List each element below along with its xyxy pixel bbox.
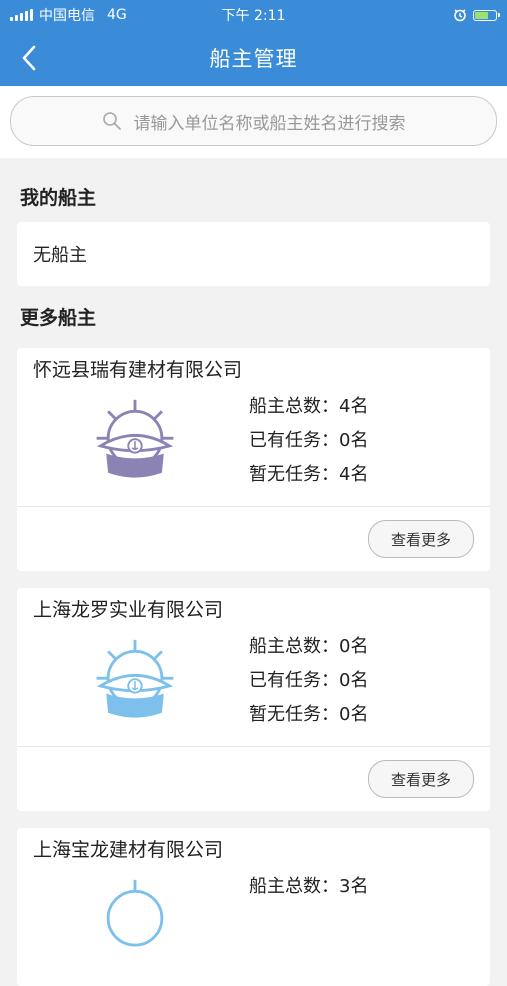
company-name: 上海龙罗实业有限公司 bbox=[33, 599, 224, 621]
captain-wheel-icon bbox=[96, 399, 174, 478]
status-bar: 中国电信 4G 下午 2:11 bbox=[0, 0, 507, 30]
company-body: 船主总数：4名 已有任务：0名 暂无任务：4名 bbox=[17, 388, 490, 506]
signal-icon bbox=[10, 9, 33, 21]
view-more-button[interactable]: 查看更多 bbox=[368, 760, 474, 798]
empty-owners-text: 无船主 bbox=[33, 245, 87, 266]
company-footer: 查看更多 bbox=[17, 506, 490, 571]
total-owners: 船主总数：0名 bbox=[249, 636, 369, 657]
company-card[interactable]: 怀远县瑞有建材有限公司 船主总数：4名 已有任务：0名 暂无任务：4名 查看更多 bbox=[17, 348, 490, 571]
company-name: 上海宝龙建材有限公司 bbox=[33, 839, 224, 861]
company-card[interactable]: 上海宝龙建材有限公司 船主总数：3名 bbox=[17, 828, 490, 986]
company-stats: 船主总数：4名 已有任务：0名 暂无任务：4名 bbox=[249, 390, 368, 492]
search-input[interactable]: 请输入单位名称或船主姓名进行搜索 bbox=[10, 96, 497, 146]
view-more-button[interactable]: 查看更多 bbox=[368, 520, 474, 558]
company-name: 怀远县瑞有建材有限公司 bbox=[33, 359, 243, 381]
clock: 下午 2:11 bbox=[221, 8, 286, 24]
more-owners-heading: 更多船主 bbox=[20, 307, 97, 329]
company-stats: 船主总数：0名 已有任务：0名 暂无任务：0名 bbox=[249, 630, 368, 732]
total-owners: 船主总数：3名 bbox=[249, 876, 369, 897]
search-area: 请输入单位名称或船主姓名进行搜索 bbox=[0, 86, 507, 158]
back-button[interactable] bbox=[14, 42, 44, 74]
page-title: 船主管理 bbox=[209, 47, 298, 71]
captain-wheel-icon bbox=[106, 879, 164, 947]
battery-icon bbox=[473, 9, 500, 21]
busy-owners: 已有任务：0名 bbox=[249, 430, 369, 451]
status-right bbox=[453, 8, 500, 22]
company-footer: 查看更多 bbox=[17, 746, 490, 811]
search-icon bbox=[102, 112, 121, 130]
company-body: 船主总数：0名 已有任务：0名 暂无任务：0名 bbox=[17, 628, 490, 746]
busy-owners: 已有任务：0名 bbox=[249, 670, 369, 691]
company-stats: 船主总数：3名 bbox=[249, 870, 368, 904]
chevron-left-icon bbox=[22, 45, 36, 71]
my-owners-card: 无船主 bbox=[17, 222, 490, 286]
total-owners: 船主总数：4名 bbox=[249, 396, 369, 417]
company-body: 船主总数：3名 bbox=[17, 868, 490, 986]
carrier-label: 中国电信 bbox=[39, 8, 95, 24]
search-placeholder: 请输入单位名称或船主姓名进行搜索 bbox=[133, 113, 406, 134]
my-owners-heading: 我的船主 bbox=[20, 187, 97, 209]
alarm-icon bbox=[454, 9, 466, 22]
company-card[interactable]: 上海龙罗实业有限公司 船主总数：0名 已有任务：0名 暂无任务：0名 查看更多 bbox=[17, 588, 490, 811]
nav-bar: 船主管理 bbox=[0, 30, 507, 86]
idle-owners: 暂无任务：4名 bbox=[249, 464, 369, 485]
idle-owners: 暂无任务：0名 bbox=[249, 704, 369, 725]
captain-wheel-icon bbox=[96, 639, 174, 718]
status-left: 中国电信 4G bbox=[10, 5, 127, 25]
network-label: 4G bbox=[107, 7, 127, 23]
